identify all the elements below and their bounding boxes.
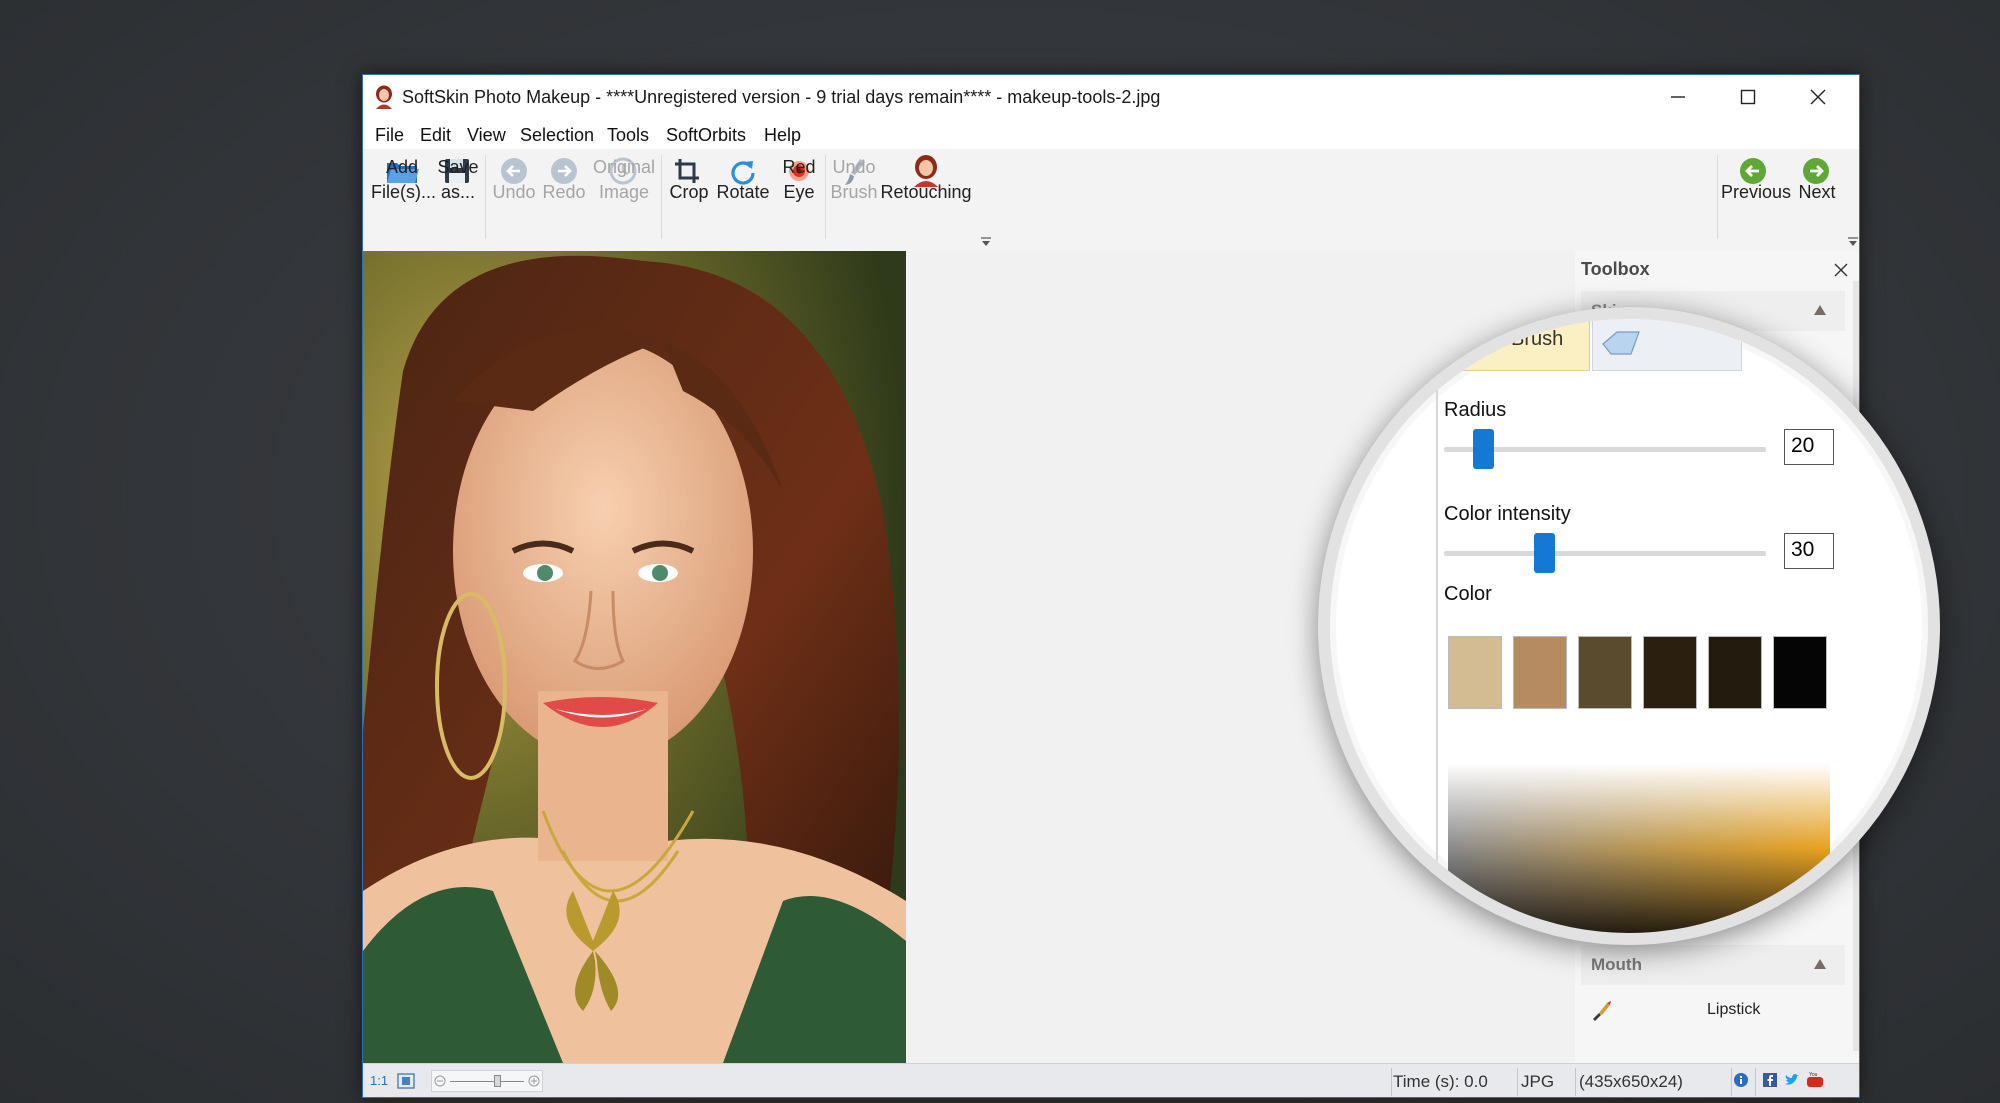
toolbar-divider — [1717, 155, 1718, 239]
menu-bar: File Edit View Selection Tools SoftOrbit… — [363, 119, 1859, 149]
lipstick-icon — [1593, 1001, 1611, 1021]
crop-label: Crop — [669, 182, 709, 202]
radius-label: Radius — [1444, 399, 1507, 421]
add-files-label-2: File(s)... — [371, 182, 436, 202]
toolbar-divider — [485, 155, 486, 239]
color-intensity-label: Color intensity — [1444, 503, 1571, 525]
toolbox-close-icon[interactable] — [1834, 263, 1848, 277]
menu-view[interactable]: View — [467, 125, 506, 146]
toolbar-overflow-icon[interactable] — [980, 237, 992, 247]
undo-brush-label-1: Undo — [832, 157, 876, 177]
save-as-label-2: as... — [440, 182, 475, 202]
close-icon — [1810, 89, 1826, 105]
fit-screen-icon[interactable] — [397, 1073, 415, 1089]
status-divider — [1731, 1068, 1732, 1096]
status-divider — [1391, 1068, 1392, 1096]
undo-brush-label-2: Brush — [830, 182, 878, 202]
color-intensity-value-input[interactable]: 30 — [1784, 533, 1834, 569]
next-label: Next — [1798, 182, 1836, 202]
collapse-up-icon — [1814, 305, 1826, 315]
youtube-icon[interactable]: You — [1806, 1072, 1824, 1088]
color-swatch-darker-brown[interactable] — [1708, 636, 1762, 709]
color-swatch-olive-brown[interactable] — [1578, 636, 1632, 709]
eraser-icon — [1602, 331, 1640, 355]
portrait-photo — [363, 251, 906, 1063]
menu-tools[interactable]: Tools — [607, 125, 649, 146]
save-as-label-1: Save — [437, 157, 479, 177]
maximize-button[interactable] — [1713, 75, 1783, 119]
status-format: JPG — [1521, 1072, 1555, 1091]
window-title: SoftSkin Photo Makeup - ****Unregistered… — [402, 87, 1161, 107]
mouth-section-title: Mouth — [1591, 955, 1642, 974]
zoom-slider[interactable] — [431, 1070, 543, 1092]
app-logo-icon — [376, 85, 392, 109]
menu-edit[interactable]: Edit — [420, 125, 451, 146]
radius-slider-thumb[interactable] — [1472, 429, 1494, 469]
menu-selection[interactable]: Selection — [520, 125, 594, 146]
toolbar-overflow-icon[interactable] — [1847, 237, 1859, 247]
color-swatch-dark-brown[interactable] — [1643, 636, 1697, 709]
eraser-tab[interactable] — [1592, 319, 1742, 371]
title-bar: SoftSkin Photo Makeup - ****Unregistered… — [363, 75, 1859, 119]
zoom-out-icon[interactable] — [434, 1075, 446, 1087]
panel-edge — [1436, 373, 1438, 933]
zoom-in-icon[interactable] — [528, 1075, 540, 1087]
redo-label: Redo — [542, 182, 586, 202]
undo-label: Undo — [492, 182, 536, 202]
red-eye-label-1: Red — [782, 157, 816, 177]
color-gradient-picker[interactable] — [1448, 763, 1830, 933]
menu-help[interactable]: Help — [764, 125, 801, 146]
lipstick-label: Lipstick — [1707, 1001, 1761, 1018]
brush-tab-label: Brush — [1511, 328, 1564, 350]
color-intensity-slider-thumb[interactable] — [1533, 533, 1555, 573]
minimize-icon — [1671, 96, 1685, 98]
rotate-label: Rotate — [716, 182, 770, 202]
status-bar: 1:1 Time (s): 0.0 JPG (435x650x24) You — [363, 1063, 1859, 1097]
menu-softorbits[interactable]: SoftOrbits — [666, 125, 746, 146]
color-swatch-tan[interactable] — [1513, 636, 1567, 709]
retouching-label: Retouching — [880, 182, 972, 202]
toolbar-divider — [661, 155, 662, 239]
color-swatch-black[interactable] — [1773, 636, 1827, 709]
info-icon[interactable] — [1733, 1072, 1749, 1088]
status-divider — [1755, 1068, 1756, 1096]
mouth-section-header[interactable]: Mouth — [1581, 945, 1845, 985]
menu-file[interactable]: File — [375, 125, 404, 146]
original-image-label-2: Image — [598, 182, 650, 202]
facebook-icon[interactable] — [1763, 1073, 1777, 1087]
lipstick-tool-button[interactable]: Lipstick — [1581, 989, 1845, 1033]
maximize-icon — [1740, 89, 1756, 105]
toolbox-title: Toolbox — [1581, 259, 1650, 279]
collapse-up-icon — [1814, 959, 1826, 969]
zoom-1to1-button[interactable]: 1:1 — [370, 1073, 388, 1088]
close-button[interactable] — [1783, 75, 1853, 119]
zoom-slider-thumb[interactable] — [494, 1075, 501, 1087]
status-divider — [1575, 1068, 1576, 1096]
twitter-icon[interactable] — [1784, 1073, 1800, 1087]
status-time: Time (s): 0.0 — [1393, 1072, 1488, 1091]
toolbar-divider — [825, 155, 826, 239]
color-label: Color — [1444, 583, 1492, 605]
add-files-label-1: Add — [385, 157, 419, 177]
red-eye-label-2: Eye — [783, 182, 815, 202]
color-swatch-beige[interactable] — [1448, 636, 1502, 709]
status-divider — [1517, 1068, 1518, 1096]
minimize-button[interactable] — [1643, 75, 1713, 119]
brush-tab[interactable]: Brush — [1420, 319, 1590, 371]
svg-text:You: You — [1809, 1072, 1818, 1078]
status-dimensions: (435x650x24) — [1579, 1072, 1683, 1091]
previous-label: Previous — [1721, 182, 1792, 202]
radius-value-input[interactable]: 20 — [1784, 429, 1834, 465]
color-intensity-slider-track[interactable] — [1444, 551, 1766, 556]
magnifier-lens: Brush Radius 20 Color intensity 30 Color — [1318, 307, 1940, 945]
original-image-label-1: Original — [592, 157, 656, 177]
